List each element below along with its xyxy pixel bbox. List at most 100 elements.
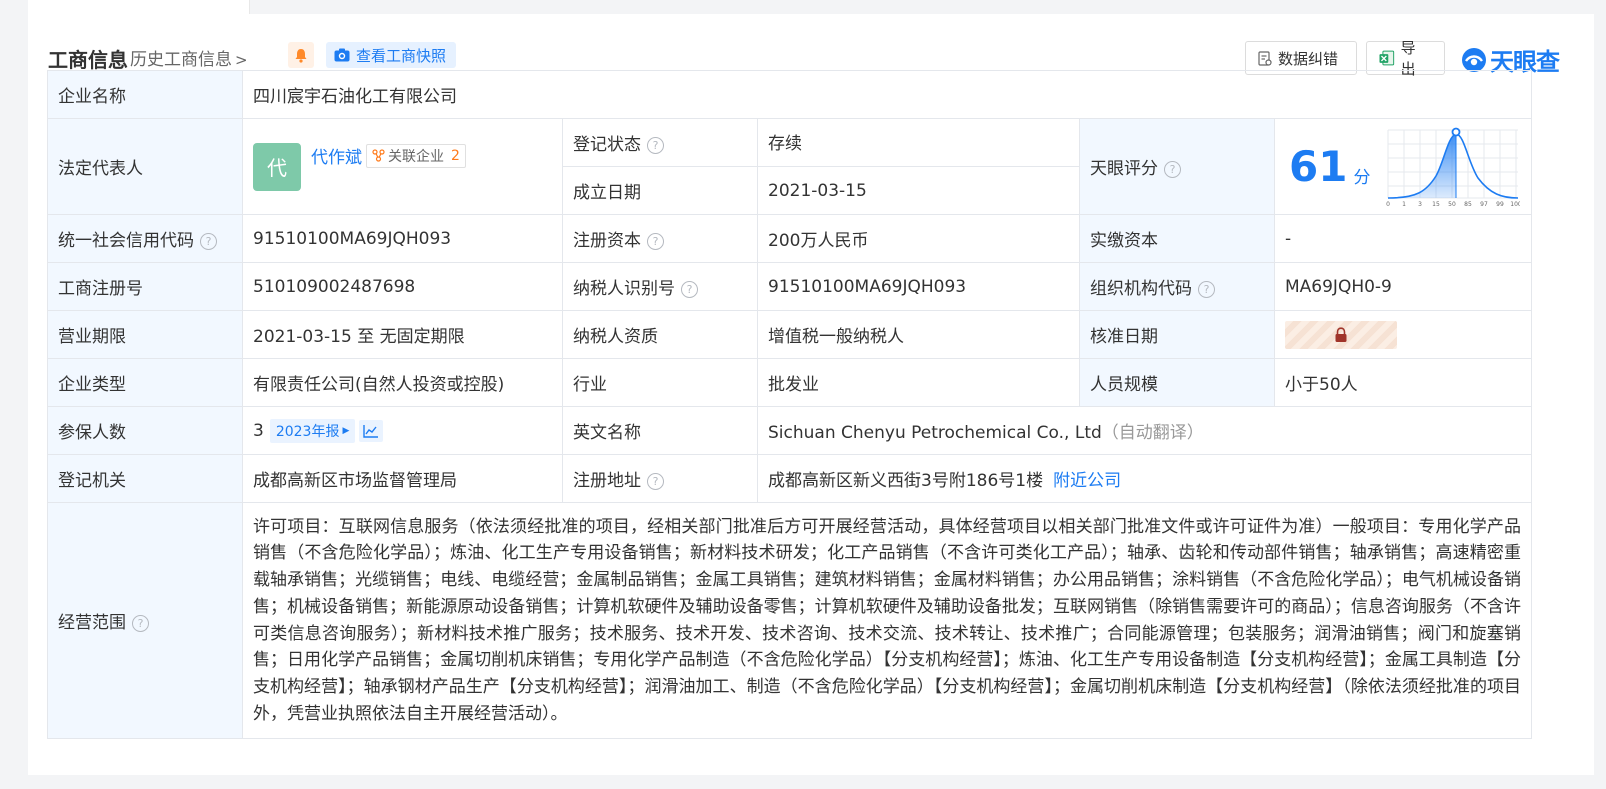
approve-date-label: 核准日期	[1079, 310, 1275, 359]
help-icon[interactable]: ?	[681, 281, 698, 298]
company-type-label: 企业类型	[47, 358, 243, 407]
section-title: 工商信息	[48, 48, 128, 72]
found-date-label: 成立日期	[562, 166, 758, 215]
snapshot-button[interactable]: 查看工商快照	[326, 42, 457, 68]
found-date-value: 2021-03-15	[757, 166, 1080, 215]
paid-capital-value: -	[1274, 214, 1532, 263]
score-value: 61	[1289, 142, 1348, 191]
history-info-label: 历史工商信息	[130, 50, 232, 70]
auto-translate-note: （自动翻译）	[1101, 423, 1204, 443]
reg-capital-value: 200万人民币	[757, 214, 1080, 263]
table-row: 登记机关 成都高新区市场监督管理局 注册地址? 成都高新区新义西街3号附186号…	[47, 454, 1532, 503]
section-header: 工商信息 历史工商信息 > 查看工商快照 数据纠错 导出 天眼查	[48, 28, 1594, 78]
tab-edge	[28, 0, 250, 14]
axis-tick: 85	[1465, 201, 1473, 208]
table-row: 营业期限 2021-03-15 至 无固定期限 纳税人资质 增值税一般纳税人 核…	[47, 310, 1532, 359]
industry-value: 批发业	[757, 358, 1080, 407]
credit-code-value: 91510100MA69JQH093	[242, 214, 563, 263]
help-icon[interactable]: ?	[1198, 281, 1215, 298]
bell-icon[interactable]	[288, 42, 314, 68]
axis-tick: 3	[1419, 201, 1423, 208]
axis-tick: 0	[1387, 201, 1391, 208]
related-companies-count: 2	[451, 147, 460, 164]
camera-icon	[334, 48, 350, 62]
taxpayer-qual-value: 增值税一般纳税人	[757, 310, 1080, 359]
axis-tick: 1	[1403, 201, 1407, 208]
table-row: 参保人数 3 2023年报 ▶ 英文名称 Sichuan Chenyu Petroc…	[47, 406, 1532, 455]
lock-icon	[1335, 326, 1347, 342]
table-row: 企业类型 有限责任公司(自然人投资或控股) 行业 批发业 人员规模 小于50人	[47, 358, 1532, 407]
help-icon[interactable]: ?	[1164, 161, 1181, 178]
paid-capital-label: 实缴资本	[1079, 214, 1275, 263]
org-code-label: 组织机构代码?	[1079, 262, 1275, 311]
legal-rep-label: 法定代表人	[47, 118, 243, 215]
axis-tick: 15	[1433, 201, 1441, 208]
business-info-table: 企业名称 四川宸宇石油化工有限公司 法定代表人 代 代作斌 关联企业 2 登记状态…	[47, 70, 1532, 739]
score-axis-labels: 0 1 3 15 50 85 97 99 100	[1387, 201, 1521, 208]
reg-authority-value: 成都高新区市场监督管理局	[242, 454, 563, 503]
snapshot-button-label: 查看工商快照	[356, 46, 447, 65]
biz-reg-no-label: 工商注册号	[47, 262, 243, 311]
taxpayer-id-value: 91510100MA69JQH093	[757, 262, 1080, 311]
legal-rep-cell: 代 代作斌 关联企业 2	[242, 118, 563, 215]
page-bottom	[0, 775, 1606, 789]
taxpayer-qual-label: 纳税人资质	[562, 310, 758, 359]
annual-report-button[interactable]: 2023年报 ▶	[269, 418, 356, 443]
taxpayer-id-label: 纳税人识别号?	[562, 262, 758, 311]
business-info-card: 工商信息 历史工商信息 > 查看工商快照 数据纠错 导出 天眼查 企业名称 四川宸…	[28, 14, 1594, 789]
network-icon	[372, 149, 385, 162]
top-strip	[0, 0, 1606, 14]
related-companies-badge[interactable]: 关联企业 2	[366, 143, 466, 168]
english-name-value: Sichuan Chenyu Petrochemical Co., Ltd	[768, 423, 1102, 443]
table-row: 企业名称 四川宸宇石油化工有限公司	[47, 70, 1532, 119]
related-companies-label: 关联企业	[388, 148, 444, 165]
locked-value[interactable]	[1285, 320, 1397, 349]
term-value: 2021-03-15 至 无固定期限	[242, 310, 563, 359]
table-row: 工商注册号 510109002487698 纳税人识别号? 91510100MA…	[47, 262, 1532, 311]
credit-code-label: 统一社会信用代码?	[47, 214, 243, 263]
reg-status-value: 存续	[757, 118, 1080, 167]
help-icon[interactable]: ?	[647, 473, 664, 490]
table-row: 经营范围? 许可项目：互联网信息服务（依法须经批准的项目，经相关部门批准后方可开…	[47, 502, 1532, 739]
term-label: 营业期限	[47, 310, 243, 359]
reg-capital-label: 注册资本?	[562, 214, 758, 263]
approve-date-cell	[1274, 310, 1532, 359]
legal-rep-name-link[interactable]: 代作斌	[311, 143, 362, 168]
industry-label: 行业	[562, 358, 758, 407]
help-icon[interactable]: ?	[132, 615, 149, 632]
axis-tick: 100	[1511, 201, 1521, 208]
caret-right-icon: ▶	[342, 425, 350, 436]
score-unit: 分	[1353, 168, 1371, 188]
help-icon[interactable]: ?	[647, 233, 664, 250]
axis-tick: 99	[1497, 201, 1505, 208]
axis-tick: 97	[1481, 201, 1489, 208]
table-row: 统一社会信用代码? 91510100MA69JQH093 注册资本? 200万人…	[47, 214, 1532, 263]
company-name-value: 四川宸宇石油化工有限公司	[242, 70, 1532, 119]
trend-chart-icon[interactable]	[359, 419, 384, 442]
help-icon[interactable]: ?	[647, 137, 664, 154]
avatar[interactable]: 代	[253, 142, 301, 191]
org-code-value: MA69JQH0-9	[1274, 262, 1532, 311]
staff-size-label: 人员规模	[1079, 358, 1275, 407]
company-type-value: 有限责任公司(自然人投资或控股)	[242, 358, 563, 407]
tianyan-score-cell[interactable]: 61 分 0 1 3 15 50 85 97 99 100	[1274, 118, 1532, 215]
tianyan-score-label: 天眼评分?	[1079, 118, 1275, 215]
reg-address-label: 注册地址?	[562, 454, 758, 503]
table-row: 法定代表人 代 代作斌 关联企业 2 登记状态? 存续 天眼评分? 61 分 0…	[47, 118, 1532, 215]
data-error-label: 数据纠错	[1278, 49, 1339, 68]
company-name-label: 企业名称	[47, 70, 243, 119]
scope-value: 许可项目：互联网信息服务（依法须经批准的项目，经相关部门批准后方可开展经营活动，…	[242, 502, 1532, 739]
eye-logo-icon	[1462, 47, 1486, 72]
history-info-link[interactable]: 历史工商信息 >	[130, 45, 248, 70]
help-icon[interactable]: ?	[200, 233, 217, 250]
english-name-label: 英文名称	[562, 406, 758, 455]
reg-address-cell: 成都高新区新义西街3号附186号1楼 附近公司	[757, 454, 1532, 503]
scope-label: 经营范围?	[47, 502, 243, 739]
axis-tick: 50	[1449, 201, 1457, 208]
insured-value: 3	[253, 420, 264, 441]
nearby-companies-link[interactable]: 附近公司	[1053, 471, 1121, 491]
biz-reg-no-value: 510109002487698	[242, 262, 563, 311]
reg-address-value: 成都高新区新义西街3号附186号1楼	[768, 471, 1044, 491]
reg-authority-label: 登记机关	[47, 454, 243, 503]
edit-doc-icon	[1258, 50, 1272, 66]
